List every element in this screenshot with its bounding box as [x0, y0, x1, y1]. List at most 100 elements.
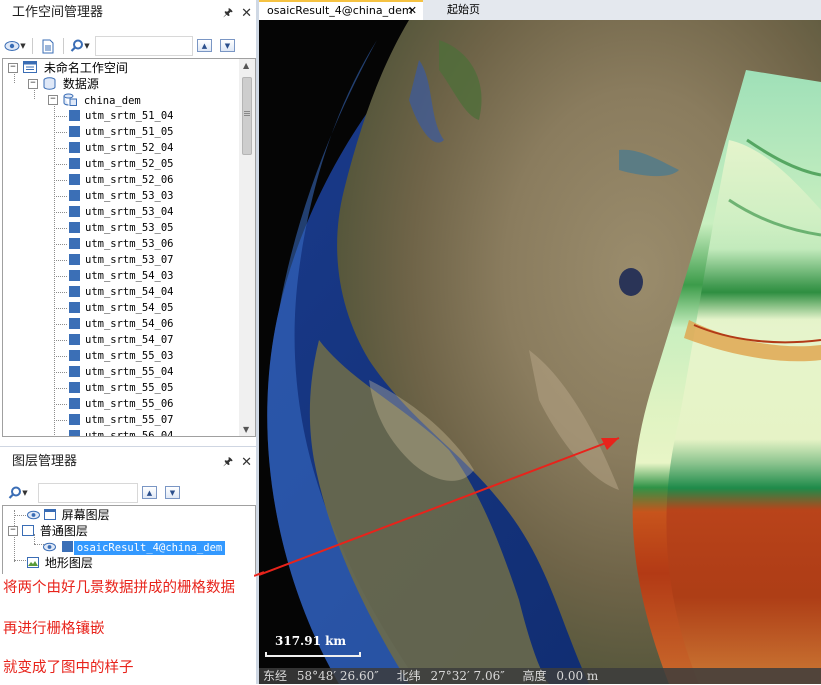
grid-dataset-icon — [69, 238, 80, 249]
dataset-label: utm_srtm_55_07 — [85, 414, 174, 426]
chevron-down-icon: ▼ — [22, 489, 28, 497]
grid-dataset-icon — [69, 334, 80, 345]
workspace-search-input[interactable] — [95, 36, 193, 56]
dataset-label: utm_srtm_51_04 — [85, 110, 174, 122]
scroll-thumb[interactable] — [242, 77, 252, 155]
tree-datasources-label: 数据源 — [62, 77, 99, 91]
eye-icon — [4, 41, 20, 51]
document-icon — [42, 39, 54, 53]
globe-scene — [259, 20, 821, 684]
dataset-label: utm_srtm_53_03 — [85, 190, 174, 202]
dataset-label: utm_srtm_51_05 — [85, 126, 174, 138]
tab-label: osaicResult_4@china_dem — [267, 4, 413, 17]
workspace-panel-title: 工作空间管理器 — [12, 5, 104, 20]
grid-dataset-icon — [69, 174, 80, 185]
layer-screen[interactable]: 屏幕图层 — [27, 507, 110, 523]
eye-dropdown-button[interactable]: ▼ — [2, 36, 28, 56]
collapse-icon[interactable]: − — [28, 79, 38, 89]
grid-dataset-icon — [69, 350, 80, 361]
layer-osaic-result[interactable]: osaicResult_4@china_dem — [43, 539, 226, 555]
grid-dataset-icon — [69, 318, 80, 329]
grid-dataset-icon — [69, 270, 80, 281]
annotation-line-1: 将两个由好几景数据拼成的栅格数据 — [3, 580, 235, 596]
eye-icon[interactable] — [27, 510, 40, 520]
grid-dataset-icon — [69, 398, 80, 409]
layer-search-input[interactable] — [38, 483, 138, 503]
scroll-up-icon[interactable]: ▲ — [243, 61, 249, 70]
layer-selected-label: osaicResult_4@china_dem — [73, 541, 226, 555]
search-prev-button[interactable]: ▲ — [197, 39, 212, 52]
chevron-down-icon: ▼ — [84, 42, 90, 50]
search-dropdown-button[interactable]: ▼ — [68, 36, 92, 56]
tab-label: 起始页 — [447, 3, 480, 16]
workspace-icon — [23, 61, 37, 73]
scroll-down-icon[interactable]: ▼ — [243, 425, 249, 434]
layer-panel: 图层管理器 🖈︎ ✕ ▼ ▲ ▼ 屏幕图层 − 普通图层 osaicResult… — [0, 446, 258, 685]
scale-label: 317.91 km — [275, 634, 347, 648]
workspace-tree: − 未命名工作空间 − 数据源 − china_dem utm_srtm_51_… — [2, 58, 256, 437]
close-icon[interactable]: ✕ — [241, 455, 252, 470]
chevron-down-icon: ▼ — [20, 42, 26, 50]
eye-icon[interactable] — [43, 542, 56, 552]
status-lat-label: 北纬 — [396, 669, 421, 683]
grid-dataset-icon — [69, 142, 80, 153]
tab-osaic-result[interactable]: osaicResult_4@china_dem ✕ — [259, 0, 423, 20]
annotation-line-2: 再进行栅格镶嵌 — [3, 621, 105, 637]
grid-dataset-icon — [69, 430, 80, 436]
pin-icon[interactable]: 🖈︎ — [223, 453, 233, 472]
datasource-icon — [63, 93, 77, 106]
layer-group-icon — [22, 525, 34, 536]
annotation-line-3: 就变成了图中的样子 — [3, 660, 134, 676]
close-icon[interactable]: ✕ — [241, 6, 252, 21]
layer-panel-title: 图层管理器 — [12, 454, 78, 469]
grid-dataset-icon — [69, 206, 80, 217]
database-icon — [43, 77, 56, 90]
status-alt-value: 0.00 m — [556, 669, 599, 683]
dataset-label: utm_srtm_53_07 — [85, 254, 174, 266]
dataset-label: utm_srtm_53_06 — [85, 238, 174, 250]
screen-layer-icon — [43, 509, 56, 520]
status-alt-label: 高度 — [522, 669, 547, 683]
grid-dataset-icon — [69, 190, 80, 201]
status-lat-value: 27°32′ 7.06″ — [430, 669, 505, 683]
search-next-button[interactable]: ▼ — [220, 39, 235, 52]
workspace-scrollbar[interactable]: ▲ ▼ — [239, 59, 255, 436]
dataset-label: utm_srtm_52_06 — [85, 174, 174, 186]
grid-dataset-icon — [69, 126, 80, 137]
search-icon — [71, 39, 84, 52]
dataset-label: utm_srtm_54_06 — [85, 318, 174, 330]
dataset-label: utm_srtm_54_03 — [85, 270, 174, 282]
collapse-icon[interactable]: − — [8, 526, 18, 536]
dataset-label: utm_srtm_54_07 — [85, 334, 174, 346]
grid-dataset-icon — [69, 302, 80, 313]
search-prev-button[interactable]: ▲ — [142, 486, 157, 499]
tree-datasource-label: china_dem — [83, 95, 141, 107]
layer-terrain[interactable]: 地形图层 — [27, 555, 93, 571]
annotation-arrow — [254, 571, 264, 577]
collapse-icon[interactable]: − — [8, 63, 18, 73]
search-dropdown-button[interactable]: ▼ — [6, 483, 30, 503]
layer-tree: 屏幕图层 − 普通图层 osaicResult_4@china_dem 地形图层 — [2, 505, 256, 574]
dataset-label: utm_srtm_55_06 — [85, 398, 174, 410]
search-icon — [9, 486, 22, 499]
layer-terrain-label: 地形图层 — [44, 556, 93, 570]
workspace-title-buttons: 🖈︎ ✕ — [223, 0, 252, 26]
workspace-panel: 工作空间管理器 🖈︎ ✕ ▼ ▼ ▲ ▼ − 未命名工作空间 − 数据源 − c… — [0, 0, 258, 440]
dataset-label: utm_srtm_54_04 — [85, 286, 174, 298]
collapse-icon[interactable]: − — [48, 95, 58, 105]
close-icon[interactable]: ✕ — [408, 2, 417, 19]
globe-map-view[interactable]: 317.91 km 东经 58°48′ 26.60″ 北纬 27°32′ 7.0… — [259, 20, 821, 684]
grid-layer-icon — [61, 541, 73, 552]
search-next-button[interactable]: ▼ — [165, 486, 180, 499]
dataset-label: utm_srtm_52_05 — [85, 158, 174, 170]
dataset-label: utm_srtm_55_05 — [85, 382, 174, 394]
pin-icon[interactable]: 🖈︎ — [223, 4, 233, 23]
dataset-label: utm_srtm_56_04 — [85, 430, 174, 437]
grid-dataset-icon — [69, 158, 80, 169]
dataset-label: utm_srtm_55_03 — [85, 350, 174, 362]
open-file-button[interactable] — [37, 36, 59, 56]
grid-dataset-icon — [69, 110, 80, 121]
dataset-label: utm_srtm_52_04 — [85, 142, 174, 154]
layer-toolbar: ▼ — [6, 481, 30, 505]
tab-start-page[interactable]: 起始页 — [439, 0, 488, 20]
